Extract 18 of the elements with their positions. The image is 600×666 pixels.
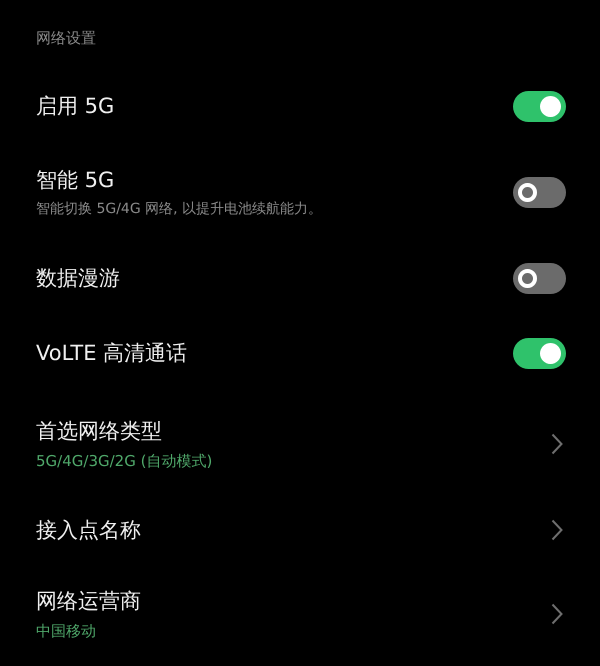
setting-title: 首选网络类型: [36, 418, 162, 445]
toggle-switch[interactable]: [513, 90, 566, 122]
toggle-switch[interactable]: [513, 176, 566, 208]
chevron-right-icon: [551, 519, 563, 541]
toggle-switch[interactable]: [513, 262, 566, 294]
section-header: 网络设置: [36, 28, 96, 48]
chevron-right-icon: [551, 603, 563, 625]
setting-value: 5G/4G/3G/2G (自动模式): [36, 451, 212, 471]
setting-title: 网络运营商: [36, 588, 141, 615]
setting-title: VoLTE 高清通话: [36, 340, 188, 367]
setting-title: 数据漫游: [36, 265, 120, 292]
setting-title: 智能 5G: [36, 167, 114, 194]
chevron-right-icon: [551, 433, 563, 455]
setting-title: 接入点名称: [36, 517, 141, 544]
setting-title: 启用 5G: [36, 93, 114, 120]
setting-description: 智能切换 5G/4G 网络, 以提升电池续航能力。: [36, 200, 322, 218]
toggle-switch[interactable]: [513, 338, 566, 368]
setting-value: 中国移动: [36, 621, 96, 641]
